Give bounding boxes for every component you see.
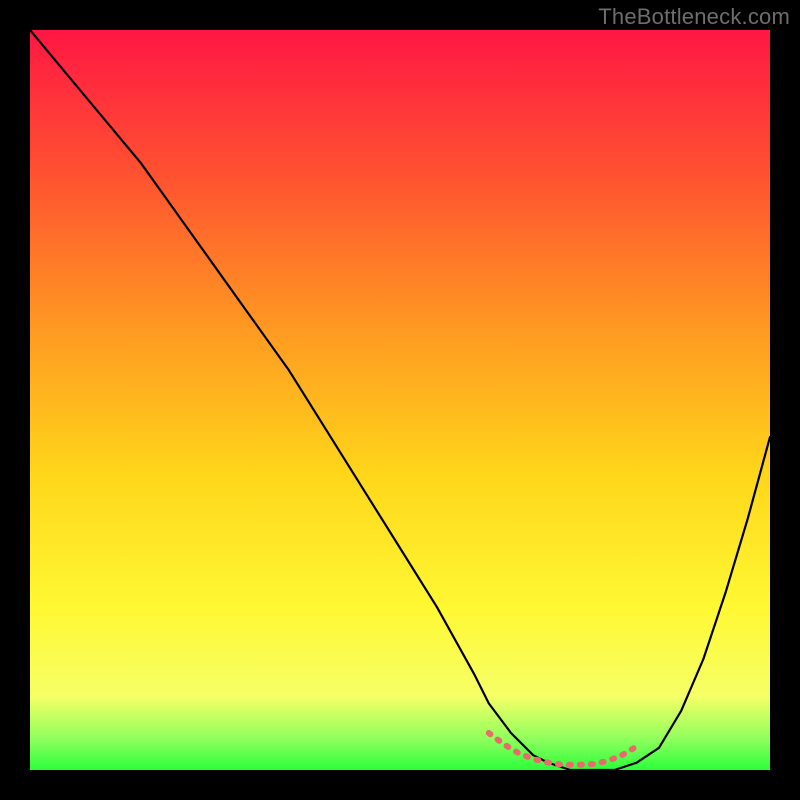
plot-area xyxy=(30,30,770,770)
watermark-label: TheBottleneck.com xyxy=(598,4,790,30)
chart-frame: TheBottleneck.com xyxy=(0,0,800,800)
bottleneck-chart-svg xyxy=(0,0,800,800)
